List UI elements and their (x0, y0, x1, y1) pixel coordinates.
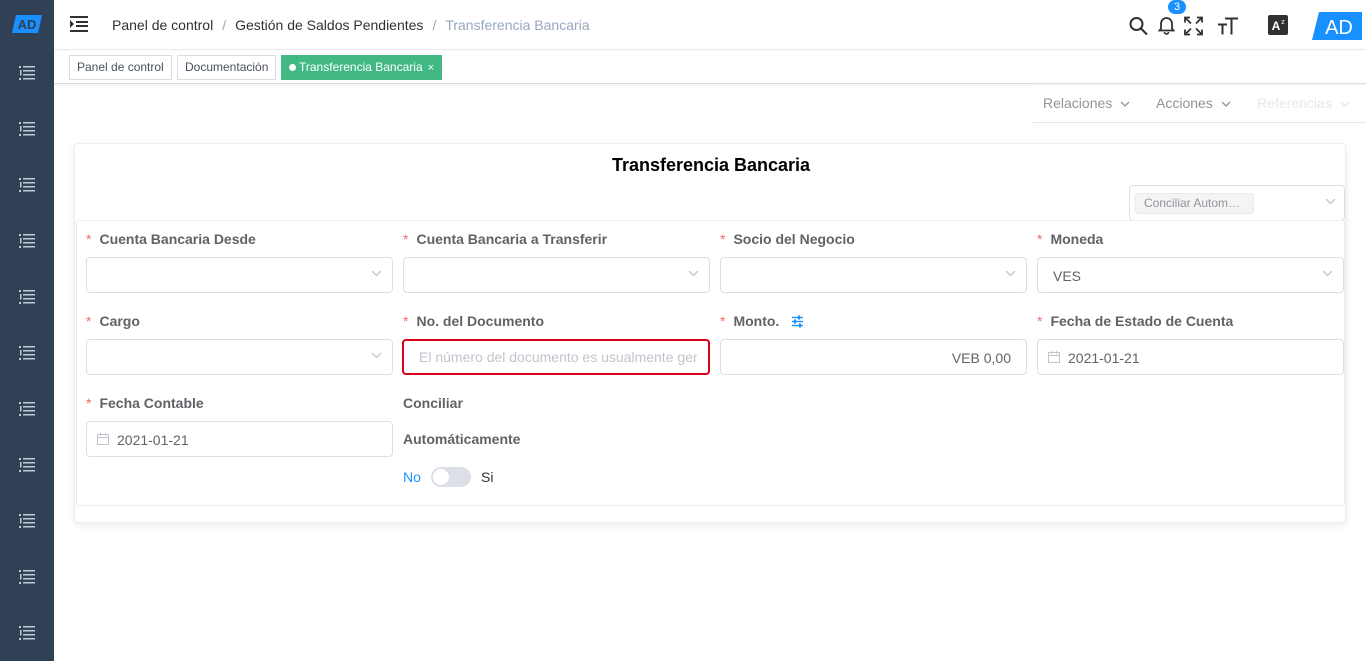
bell-icon[interactable] (1158, 15, 1175, 35)
app-root: AD Panel de control / Gestión de Saldos Pe… (0, 0, 1366, 661)
currency-select[interactable]: VES (1037, 257, 1344, 293)
tag-label: Panel de control (77, 60, 164, 74)
adjust-settings-icon[interactable] (791, 315, 804, 328)
label-bank-from: * Cuenta Bancaria Desde (86, 231, 256, 247)
fullscreen-icon[interactable] (1184, 16, 1203, 36)
label-auto-reconcile-line1: Conciliar (403, 395, 463, 411)
label-doc-no: * No. del Documento (403, 313, 545, 329)
breadcrumb-separator: / (222, 17, 227, 33)
chevron-down-icon (371, 352, 382, 359)
label-bank-to: * Cuenta Bancaria a Transferir (403, 231, 608, 247)
chevron-down-icon (1221, 101, 1231, 107)
label-accounting-date: * Fecha Contable (86, 395, 204, 411)
auto-reconcile-chip: Conciliar Autom… (1135, 193, 1254, 214)
sidebar-menu-icon[interactable] (19, 626, 35, 640)
calendar-icon (97, 433, 109, 445)
menu-references: Referencias (1257, 95, 1350, 111)
search-icon[interactable] (1129, 16, 1148, 36)
sidebar-menu-icon[interactable] (19, 458, 35, 472)
chevron-down-icon (1005, 270, 1016, 277)
tags-view: Panel de control Documentación Transfere… (54, 51, 1366, 84)
breadcrumb-separator: / (432, 17, 437, 33)
amount-field[interactable]: VEB 0,00 (720, 339, 1027, 375)
amount-value: VEB 0,00 (951, 350, 1011, 366)
svg-text:z: z (1281, 19, 1285, 26)
sidebar-menu-icon[interactable] (19, 514, 35, 528)
chevron-down-icon (1340, 101, 1350, 107)
font-size-icon[interactable] (1218, 16, 1238, 36)
sidebar-toggle-icon[interactable] (70, 16, 88, 32)
app-logo-text: AD (18, 17, 37, 32)
calendar-icon (1048, 351, 1060, 363)
breadcrumb: Panel de control / Gestión de Saldos Pendi… (112, 17, 590, 33)
sidebar-menu-icon[interactable] (19, 178, 35, 192)
switch-on-label: Si (481, 469, 494, 485)
menu-relations-label: Relaciones (1043, 95, 1113, 111)
tag-label: Transferencia Bancaria (299, 60, 423, 74)
sidebar-menu-icon[interactable] (19, 122, 35, 136)
auto-reconcile-select[interactable]: Conciliar Autom… (1129, 185, 1345, 221)
label-partner: * Socio del Negocio (720, 231, 855, 247)
close-icon[interactable]: × (428, 62, 434, 74)
tag-documentation[interactable]: Documentación (177, 55, 277, 80)
user-avatar-text: AD (1325, 17, 1353, 39)
breadcrumb-item-dashboard[interactable]: Panel de control (112, 17, 213, 33)
notification-count-badge: 3 (1168, 0, 1186, 14)
label-auto-reconcile-line2: Automáticamente (403, 431, 521, 447)
statement-date-value: 2021-01-21 (1068, 350, 1140, 366)
chevron-down-icon (371, 270, 382, 277)
menu-actions-label: Acciones (1156, 95, 1213, 111)
label-amount: * Monto. (720, 313, 804, 329)
chevron-down-icon (1322, 270, 1333, 277)
statement-date-picker[interactable]: 2021-01-21 (1037, 339, 1344, 375)
label-currency: * Moneda (1037, 231, 1104, 247)
tag-dashboard[interactable]: Panel de control (69, 55, 172, 80)
bank-to-select[interactable] (403, 257, 710, 293)
doc-no-input[interactable] (419, 349, 697, 365)
tag-label: Documentación (185, 60, 269, 74)
app-logo[interactable]: AD (12, 14, 42, 34)
chevron-down-icon (1325, 198, 1336, 205)
currency-value: VES (1053, 268, 1082, 284)
sidebar-menu-icon[interactable] (19, 290, 35, 304)
form-title: Transferencia Bancaria (611, 155, 811, 175)
partner-select[interactable] (720, 257, 1027, 293)
sidebar: AD (0, 0, 54, 661)
accounting-date-value: 2021-01-21 (117, 432, 189, 448)
accounting-date-picker[interactable]: 2021-01-21 (86, 421, 393, 457)
svg-text:A: A (1272, 19, 1281, 33)
user-avatar[interactable]: AD (1312, 12, 1362, 40)
doc-no-field[interactable] (402, 339, 710, 375)
sidebar-menu-icon[interactable] (19, 66, 35, 80)
chevron-down-icon (688, 270, 699, 277)
language-icon[interactable]: A z (1268, 15, 1288, 35)
chevron-down-icon (1120, 101, 1130, 107)
charge-select[interactable] (86, 339, 393, 375)
tag-bank-transfer[interactable]: Transferencia Bancaria × (281, 55, 443, 80)
label-charge: * Cargo (86, 313, 140, 329)
form-card: Transferencia Bancaria Conciliar Autom… (74, 143, 1346, 523)
sidebar-menu-icon[interactable] (19, 402, 35, 416)
switch-knob (433, 469, 449, 485)
context-menu-bar: Relaciones Acciones Referencias (1033, 85, 1366, 123)
sidebar-menu-icon[interactable] (19, 346, 35, 360)
menu-relations[interactable]: Relaciones (1043, 95, 1130, 111)
switch-track[interactable] (431, 467, 471, 487)
sidebar-menu-icon[interactable] (19, 234, 35, 248)
sidebar-menu-icon[interactable] (19, 570, 35, 584)
active-dot-icon (289, 64, 296, 71)
bank-from-select[interactable] (86, 257, 393, 293)
switch-off-label: No (403, 469, 421, 485)
label-statement-date: * Fecha de Estado de Cuenta (1037, 313, 1234, 329)
menu-actions[interactable]: Acciones (1156, 95, 1231, 111)
menu-references-label: Referencias (1257, 95, 1332, 111)
breadcrumb-item-pending-balances[interactable]: Gestión de Saldos Pendientes (235, 17, 423, 33)
breadcrumb-item-current: Transferencia Bancaria (445, 17, 590, 33)
